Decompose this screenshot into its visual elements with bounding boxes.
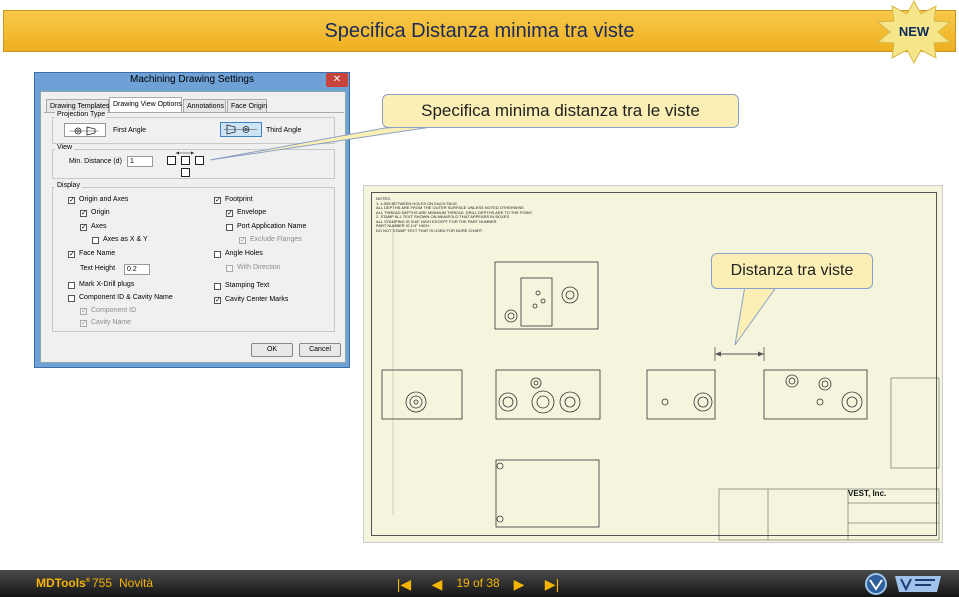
exclude-flanges-label: Exclude Flanges: [250, 236, 302, 243]
axes-label: Axes: [91, 223, 107, 230]
page-title: Specifica Distanza minima tra viste: [324, 20, 635, 42]
vest-logo-icon: [895, 576, 941, 592]
cancel-button[interactable]: Cancel: [299, 343, 341, 357]
envelope-checkbox[interactable]: ✓: [226, 210, 233, 217]
origin-checkbox[interactable]: ✓: [80, 210, 87, 217]
projection-type-label: Projection Type: [55, 111, 108, 118]
component-id-label: Component ID: [91, 307, 137, 314]
registered-mark: ®: [85, 578, 91, 584]
prev-page-icon[interactable]: ◀: [428, 575, 446, 593]
exclude-flanges-checkbox[interactable]: ✓: [239, 237, 246, 244]
product-label: MDTools: [36, 576, 86, 590]
close-button[interactable]: ✕: [326, 73, 348, 87]
with-direction-checkbox[interactable]: [226, 265, 233, 272]
callout-view-distance: Distanza tra viste: [711, 253, 873, 289]
product-name: MDTools®: [36, 576, 90, 590]
footprint-label: Footprint: [225, 196, 253, 203]
first-page-icon[interactable]: |◀: [393, 575, 415, 593]
text-height-label: Text Height: [80, 265, 116, 272]
stamping-text-checkbox[interactable]: [214, 283, 221, 290]
axes-checkbox[interactable]: ✓: [80, 224, 87, 231]
title-block: [718, 377, 940, 541]
view-layout-square: [167, 156, 176, 165]
product-version: 755: [92, 576, 113, 590]
face-name-label: Face Name: [79, 250, 116, 257]
section-name: Novità: [119, 576, 154, 590]
min-distance-input[interactable]: 1: [127, 156, 153, 167]
last-page-icon[interactable]: ▶|: [541, 575, 563, 593]
first-angle-icon: [69, 126, 99, 136]
origin-and-axes-label: Origin and Axes: [79, 196, 129, 203]
top-view-body: [520, 277, 553, 327]
text-height-input[interactable]: 0.2: [124, 264, 150, 275]
min-distance-label: Min. Distance (d): [69, 158, 122, 165]
company-name: VEST, Inc.: [848, 489, 887, 498]
first-angle-label: First Angle: [113, 127, 147, 134]
ok-button[interactable]: OK: [251, 343, 293, 357]
callout-min-distance: Specifica minima distanza tra le viste: [382, 94, 739, 128]
bottom-view-frame: [495, 459, 600, 528]
port-application-name-label: Port Application Name: [237, 223, 307, 230]
first-angle-button[interactable]: [64, 123, 106, 137]
tab-drawing-view-options[interactable]: Drawing View Options: [109, 97, 182, 113]
mark-xdrill-plugs-label: Mark X-Drill plugs: [79, 281, 135, 288]
cavity-name-checkbox[interactable]: ✓: [80, 320, 87, 327]
angle-holes-checkbox[interactable]: [214, 251, 221, 258]
tab-face-origin[interactable]: Face Origin: [227, 99, 267, 113]
page-counter: 19 of 38: [456, 576, 500, 590]
vest-emblem-icon: [865, 573, 887, 595]
dialog-title: Machining Drawing Settings: [130, 74, 254, 85]
origin-label: Origin: [91, 209, 110, 216]
with-direction-label: With Direction: [237, 264, 281, 271]
next-page-icon[interactable]: ▶: [510, 575, 528, 593]
axes-as-xy-checkbox[interactable]: [92, 237, 99, 244]
view-layout-square: [181, 168, 190, 177]
cavity-name-label: Cavity Name: [91, 319, 132, 326]
tab-annotations[interactable]: Annotations: [183, 99, 226, 113]
axes-as-xy-label: Axes as X & Y: [103, 236, 148, 243]
new-badge: NEW: [898, 24, 930, 39]
footprint-checkbox[interactable]: ✓: [214, 197, 221, 204]
angle-holes-label: Angle Holes: [225, 250, 263, 257]
mark-xdrill-plugs-checkbox[interactable]: [68, 282, 75, 289]
cavity-center-marks-checkbox[interactable]: ✓: [214, 297, 221, 304]
view-layout-square: [181, 156, 190, 165]
display-group-label: Display: [55, 182, 82, 189]
callout-pointer: [734, 285, 778, 346]
envelope-label: Envelope: [237, 209, 267, 216]
cavity-center-marks-label: Cavity Center Marks: [225, 296, 289, 303]
component-id-checkbox[interactable]: ✓: [80, 308, 87, 315]
distance-arrow-icon: [176, 151, 194, 155]
port-application-name-checkbox[interactable]: [226, 224, 233, 231]
component-id-cavity-name-checkbox[interactable]: [68, 295, 75, 302]
view-c-frame: [646, 369, 716, 420]
face-name-checkbox[interactable]: ✓: [68, 251, 75, 258]
component-id-cavity-name-label: Component ID & Cavity Name: [79, 294, 173, 301]
stamping-text-label: Stamping Text: [225, 282, 270, 289]
view-group-label: View: [55, 144, 75, 151]
origin-and-axes-checkbox[interactable]: ✓: [68, 197, 75, 204]
